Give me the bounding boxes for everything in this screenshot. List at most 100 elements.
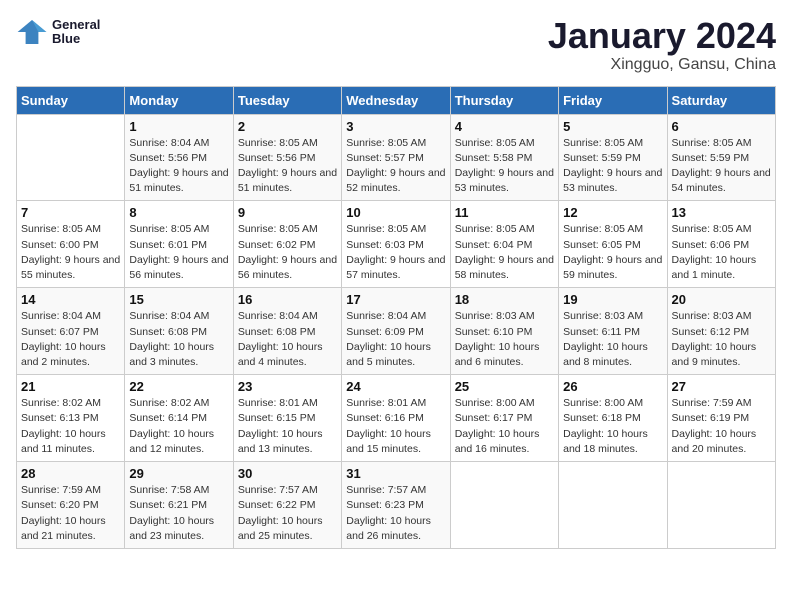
calendar-cell: 25 Sunrise: 8:00 AMSunset: 6:17 PMDayligh… (450, 375, 558, 462)
day-info: Sunrise: 8:04 AMSunset: 6:09 PMDaylight:… (346, 309, 445, 370)
day-info: Sunrise: 8:05 AMSunset: 6:04 PMDaylight:… (455, 222, 554, 283)
calendar-cell: 9Sunrise: 8:05 AMSunset: 6:02 PMDaylight… (233, 201, 341, 288)
day-info: Sunrise: 8:02 AMSunset: 6:14 PMDaylight:… (129, 396, 228, 457)
day-info: Sunrise: 8:05 AMSunset: 6:06 PMDaylight:… (672, 222, 771, 283)
calendar-cell: 28Sunrise: 7:59 AMSunset: 6:20 PMDayligh… (17, 462, 125, 549)
calendar-cell: 14 Sunrise: 8:04 AMSunset: 6:07 PMDayligh… (17, 288, 125, 375)
day-number: 30 (238, 466, 337, 481)
day-info: Sunrise: 8:05 AMSunset: 6:02 PMDaylight:… (238, 222, 337, 283)
day-number: 7 (21, 205, 120, 220)
calendar-cell (667, 462, 775, 549)
calendar-cell: 23 Sunrise: 8:01 AMSunset: 6:15 PMDayligh… (233, 375, 341, 462)
day-number: 8 (129, 205, 228, 220)
day-info: Sunrise: 8:04 AMSunset: 6:07 PMDaylight:… (21, 309, 120, 370)
day-number: 1 (129, 119, 228, 134)
logo-line1: General (52, 18, 100, 32)
day-number: 22 (129, 379, 228, 394)
calendar-header-row: SundayMondayTuesdayWednesdayThursdayFrid… (17, 86, 776, 114)
calendar-cell: 5Sunrise: 8:05 AMSunset: 5:59 PMDaylight… (559, 114, 667, 201)
calendar-cell: 16Sunrise: 8:04 AMSunset: 6:08 PMDayligh… (233, 288, 341, 375)
col-header-saturday: Saturday (667, 86, 775, 114)
day-info: Sunrise: 8:05 AMSunset: 6:00 PMDaylight:… (21, 222, 120, 283)
calendar-cell: 19 Sunrise: 8:03 AMSunset: 6:11 PMDayligh… (559, 288, 667, 375)
day-number: 6 (672, 119, 771, 134)
day-info: Sunrise: 8:01 AMSunset: 6:15 PMDaylight:… (238, 396, 337, 457)
calendar-cell: 3 Sunrise: 8:05 AMSunset: 5:57 PMDaylight… (342, 114, 450, 201)
calendar-cell: 8 Sunrise: 8:05 AMSunset: 6:01 PMDaylight… (125, 201, 233, 288)
calendar-cell: 15 Sunrise: 8:04 AMSunset: 6:08 PMDayligh… (125, 288, 233, 375)
day-info: Sunrise: 7:58 AMSunset: 6:21 PMDaylight:… (129, 483, 228, 544)
day-number: 17 (346, 292, 445, 307)
day-info: Sunrise: 7:57 AMSunset: 6:23 PMDaylight:… (346, 483, 445, 544)
day-number: 23 (238, 379, 337, 394)
month-title: January 2024 (548, 16, 776, 56)
calendar-cell: 27 Sunrise: 7:59 AMSunset: 6:19 PMDayligh… (667, 375, 775, 462)
day-number: 2 (238, 119, 337, 134)
day-number: 31 (346, 466, 445, 481)
title-block: January 2024 Xingguo, Gansu, China (548, 16, 776, 74)
calendar-cell: 26 Sunrise: 8:00 AMSunset: 6:18 PMDayligh… (559, 375, 667, 462)
calendar-cell: 24 Sunrise: 8:01 AMSunset: 6:16 PMDayligh… (342, 375, 450, 462)
day-info: Sunrise: 8:03 AMSunset: 6:11 PMDaylight:… (563, 309, 662, 370)
day-number: 14 (21, 292, 120, 307)
day-info: Sunrise: 7:59 AMSunset: 6:19 PMDaylight:… (672, 396, 771, 457)
day-number: 3 (346, 119, 445, 134)
calendar-cell: 7 Sunrise: 8:05 AMSunset: 6:00 PMDaylight… (17, 201, 125, 288)
calendar-cell: 18Sunrise: 8:03 AMSunset: 6:10 PMDayligh… (450, 288, 558, 375)
calendar-cell: 11 Sunrise: 8:05 AMSunset: 6:04 PMDayligh… (450, 201, 558, 288)
calendar-cell: 22 Sunrise: 8:02 AMSunset: 6:14 PMDayligh… (125, 375, 233, 462)
day-info: Sunrise: 8:05 AMSunset: 5:58 PMDaylight:… (455, 136, 554, 197)
day-info: Sunrise: 8:00 AMSunset: 6:18 PMDaylight:… (563, 396, 662, 457)
day-number: 25 (455, 379, 554, 394)
day-info: Sunrise: 7:59 AMSunset: 6:20 PMDaylight:… (21, 483, 120, 544)
calendar-cell: 4Sunrise: 8:05 AMSunset: 5:58 PMDaylight… (450, 114, 558, 201)
day-info: Sunrise: 7:57 AMSunset: 6:22 PMDaylight:… (238, 483, 337, 544)
calendar-cell: 2Sunrise: 8:05 AMSunset: 5:56 PMDaylight… (233, 114, 341, 201)
col-header-tuesday: Tuesday (233, 86, 341, 114)
day-info: Sunrise: 8:04 AMSunset: 6:08 PMDaylight:… (238, 309, 337, 370)
calendar-table: SundayMondayTuesdayWednesdayThursdayFrid… (16, 86, 776, 549)
day-info: Sunrise: 8:04 AMSunset: 6:08 PMDaylight:… (129, 309, 228, 370)
day-info: Sunrise: 8:05 AMSunset: 5:57 PMDaylight:… (346, 136, 445, 197)
day-number: 15 (129, 292, 228, 307)
day-number: 27 (672, 379, 771, 394)
location-subtitle: Xingguo, Gansu, China (548, 56, 776, 74)
logo-icon (16, 16, 48, 48)
day-info: Sunrise: 8:02 AMSunset: 6:13 PMDaylight:… (21, 396, 120, 457)
day-number: 19 (563, 292, 662, 307)
day-number: 24 (346, 379, 445, 394)
day-number: 21 (21, 379, 120, 394)
logo-text: General Blue (52, 18, 100, 47)
calendar-cell (559, 462, 667, 549)
calendar-week-row: 28Sunrise: 7:59 AMSunset: 6:20 PMDayligh… (17, 462, 776, 549)
calendar-week-row: 21 Sunrise: 8:02 AMSunset: 6:13 PMDayligh… (17, 375, 776, 462)
day-number: 13 (672, 205, 771, 220)
day-info: Sunrise: 8:05 AMSunset: 5:59 PMDaylight:… (672, 136, 771, 197)
day-info: Sunrise: 8:05 AMSunset: 6:01 PMDaylight:… (129, 222, 228, 283)
page-header: General Blue January 2024 Xingguo, Gansu… (16, 16, 776, 74)
day-info: Sunrise: 8:03 AMSunset: 6:12 PMDaylight:… (672, 309, 771, 370)
day-number: 26 (563, 379, 662, 394)
logo: General Blue (16, 16, 100, 48)
calendar-cell: 20 Sunrise: 8:03 AMSunset: 6:12 PMDayligh… (667, 288, 775, 375)
calendar-cell: 6 Sunrise: 8:05 AMSunset: 5:59 PMDaylight… (667, 114, 775, 201)
calendar-cell (17, 114, 125, 201)
logo-line2: Blue (52, 32, 100, 46)
day-info: Sunrise: 8:05 AMSunset: 6:03 PMDaylight:… (346, 222, 445, 283)
day-info: Sunrise: 8:05 AMSunset: 5:59 PMDaylight:… (563, 136, 662, 197)
col-header-wednesday: Wednesday (342, 86, 450, 114)
day-info: Sunrise: 8:01 AMSunset: 6:16 PMDaylight:… (346, 396, 445, 457)
calendar-week-row: 7 Sunrise: 8:05 AMSunset: 6:00 PMDaylight… (17, 201, 776, 288)
col-header-thursday: Thursday (450, 86, 558, 114)
day-number: 20 (672, 292, 771, 307)
col-header-monday: Monday (125, 86, 233, 114)
col-header-sunday: Sunday (17, 86, 125, 114)
day-number: 12 (563, 205, 662, 220)
day-number: 11 (455, 205, 554, 220)
day-number: 10 (346, 205, 445, 220)
day-info: Sunrise: 8:00 AMSunset: 6:17 PMDaylight:… (455, 396, 554, 457)
calendar-cell: 1Sunrise: 8:04 AMSunset: 5:56 PMDaylight… (125, 114, 233, 201)
calendar-cell: 13 Sunrise: 8:05 AMSunset: 6:06 PMDayligh… (667, 201, 775, 288)
calendar-cell: 29Sunrise: 7:58 AMSunset: 6:21 PMDayligh… (125, 462, 233, 549)
calendar-cell: 21 Sunrise: 8:02 AMSunset: 6:13 PMDayligh… (17, 375, 125, 462)
